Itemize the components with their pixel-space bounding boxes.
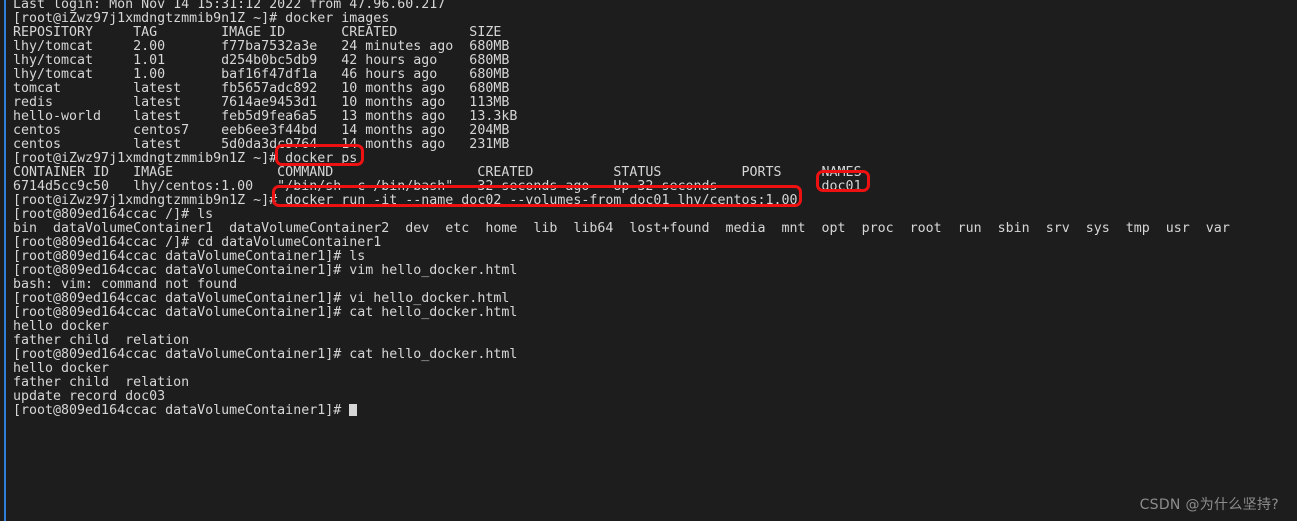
terminal-line: [root@809ed164ccac dataVolumeContainer1]… — [13, 291, 510, 306]
terminal-output[interactable]: Last login: Mon Nov 14 15:31:12 2022 fro… — [13, 0, 1297, 418]
terminal-line: father child relation — [13, 333, 190, 348]
terminal-window: Last login: Mon Nov 14 15:31:12 2022 fro… — [0, 0, 1297, 521]
terminal-line: hello docker — [13, 361, 110, 376]
terminal-line: lhy/tomcat 1.01 d254b0bc5db9 42 hours ag… — [13, 53, 510, 68]
terminal-line: hello docker — [13, 319, 110, 334]
terminal-line: bin dataVolumeContainer1 dataVolumeConta… — [13, 221, 1230, 236]
terminal-line: [root@809ed164ccac dataVolumeContainer1]… — [13, 305, 518, 320]
terminal-left-rule — [4, 0, 6, 521]
terminal-line: REPOSITORY TAG IMAGE ID CREATED SIZE — [13, 25, 502, 40]
terminal-line: centos centos7 eeb6ee3f44bd 14 months ag… — [13, 123, 510, 138]
terminal-line: [root@809ed164ccac /]# cd dataVolumeCont… — [13, 235, 382, 250]
csdn-watermark: CSDN @为什么坚持? — [1139, 497, 1279, 513]
terminal-cursor — [349, 404, 358, 416]
terminal-line: update record doc03 — [13, 389, 166, 404]
terminal-line: CONTAINER ID IMAGE COMMAND CREATED STATU… — [13, 165, 862, 180]
terminal-line: [root@iZwz97j1xmdngtzmmib9n1Z ~]# docker… — [13, 11, 390, 26]
terminal-line: 6714d5cc9c50 lhy/centos:1.00 "/bin/sh -c… — [13, 179, 862, 194]
terminal-line: lhy/tomcat 1.00 baf16f47df1a 46 hours ag… — [13, 67, 510, 82]
terminal-line: [root@809ed164ccac dataVolumeContainer1]… — [13, 249, 366, 264]
terminal-line: lhy/tomcat 2.00 f77ba7532a3e 24 minutes … — [13, 39, 510, 54]
terminal-line: [root@809ed164ccac /]# ls — [13, 207, 214, 222]
terminal-line: [root@iZwz97j1xmdngtzmmib9n1Z ~]# docker… — [13, 193, 798, 208]
terminal-line: [root@809ed164ccac dataVolumeContainer1]… — [13, 404, 1297, 418]
terminal-line: father child relation — [13, 375, 190, 390]
terminal-line: tomcat latest fb5657adc892 10 months ago… — [13, 81, 510, 96]
terminal-line: bash: vim: command not found — [13, 277, 238, 292]
terminal-line: [root@809ed164ccac dataVolumeContainer1]… — [13, 263, 518, 278]
terminal-line: centos latest 5d0da3dc9764 14 months ago… — [13, 137, 510, 152]
terminal-line: hello-world latest feb5d9fea6a5 13 month… — [13, 109, 518, 124]
terminal-line: redis latest 7614ae9453d1 10 months ago … — [13, 95, 510, 110]
terminal-line: [root@iZwz97j1xmdngtzmmib9n1Z ~]# docker… — [13, 151, 358, 166]
terminal-line: [root@809ed164ccac dataVolumeContainer1]… — [13, 347, 518, 362]
